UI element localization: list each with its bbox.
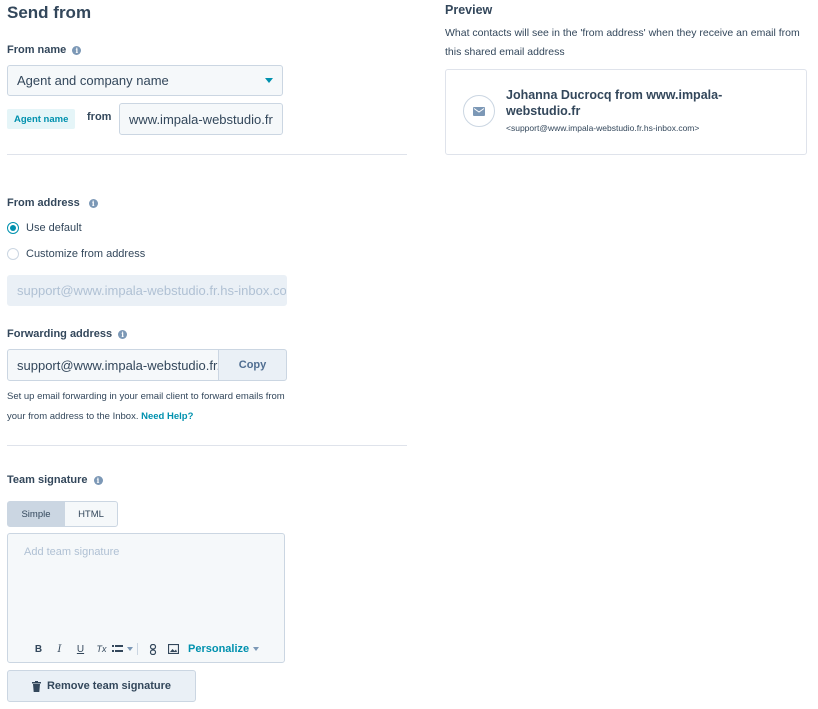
from-name-label: From name bbox=[7, 44, 67, 56]
team-signature-editor[interactable]: Add team signature B I U Tx Personalize bbox=[7, 533, 285, 663]
preview-card: Johanna Ducrocq from www.impala-webstudi… bbox=[445, 69, 807, 155]
trash-icon bbox=[31, 680, 41, 692]
preview-title: Preview bbox=[445, 3, 493, 17]
from-name-label-row: From name i bbox=[7, 44, 82, 56]
company-name-input[interactable]: www.impala-webstudio.fr bbox=[119, 103, 283, 135]
preview-sender-email: <support@www.impala-webstudio.fr.hs-inbo… bbox=[506, 123, 700, 133]
forwarding-label-row: Forwarding address i bbox=[7, 328, 128, 340]
editor-toolbar: B I U Tx Personalize bbox=[28, 642, 260, 656]
list-icon[interactable] bbox=[112, 642, 133, 656]
info-icon[interactable]: i bbox=[72, 45, 82, 55]
radio-label: Customize from address bbox=[26, 248, 146, 260]
info-icon[interactable]: i bbox=[93, 475, 103, 485]
tab-simple[interactable]: Simple bbox=[7, 501, 65, 527]
radio-label: Use default bbox=[26, 222, 82, 234]
clear-format-icon[interactable]: Tx bbox=[91, 642, 112, 656]
bold-icon[interactable]: B bbox=[28, 642, 49, 656]
toolbar-separator bbox=[137, 643, 138, 655]
from-name-select-value: Agent and company name bbox=[17, 73, 169, 88]
preview-sender-name: Johanna Ducrocq from www.impala-webstudi… bbox=[506, 88, 723, 118]
page-title: Send from bbox=[7, 3, 92, 22]
radio-button-selected[interactable] bbox=[7, 222, 19, 234]
info-icon[interactable]: i bbox=[118, 329, 128, 339]
need-help-link[interactable]: Need Help? bbox=[141, 411, 193, 422]
remove-signature-label: Remove team signature bbox=[46, 680, 172, 692]
caret-down-icon bbox=[265, 78, 273, 83]
team-signature-label-row: Team signature i bbox=[7, 474, 103, 486]
forwarding-help-text: Set up email forwarding in your email cl… bbox=[7, 387, 297, 427]
avatar bbox=[463, 95, 495, 127]
image-icon[interactable] bbox=[163, 642, 184, 656]
info-icon[interactable]: i bbox=[88, 198, 98, 208]
forwarding-address-input[interactable]: support@www.impala-webstudio.fr.hs-inbox… bbox=[7, 349, 219, 381]
agent-name-token: Agent name bbox=[7, 109, 76, 129]
underline-icon[interactable]: U bbox=[70, 642, 91, 656]
from-word: from bbox=[87, 111, 112, 123]
preview-description: What contacts will see in the 'from addr… bbox=[445, 27, 800, 58]
from-name-select[interactable]: Agent and company name bbox=[7, 65, 283, 96]
forwarding-address-label: Forwarding address bbox=[7, 328, 113, 340]
personalize-label: Personalize bbox=[188, 643, 250, 655]
radio-button[interactable] bbox=[7, 248, 19, 260]
chevron-down-icon bbox=[253, 647, 260, 651]
email-icon bbox=[473, 106, 485, 116]
from-address-label: From address bbox=[7, 197, 80, 209]
signature-placeholder: Add team signature bbox=[24, 546, 120, 558]
copy-button[interactable]: Copy bbox=[218, 349, 287, 381]
radio-use-default[interactable]: Use default bbox=[7, 222, 82, 234]
divider bbox=[7, 445, 407, 446]
link-icon[interactable] bbox=[142, 642, 163, 656]
from-address-input-disabled: support@www.impala-webstudio.fr.hs-inbox… bbox=[7, 275, 287, 306]
remove-team-signature-button[interactable]: Remove team signature bbox=[7, 670, 196, 702]
divider bbox=[7, 154, 407, 155]
radio-customize-from-address[interactable]: Customize from address bbox=[7, 248, 145, 260]
tab-html[interactable]: HTML bbox=[64, 501, 118, 527]
personalize-dropdown[interactable]: Personalize bbox=[188, 643, 260, 655]
chevron-down-icon bbox=[127, 647, 133, 651]
from-address-label-row: From address i bbox=[7, 197, 98, 209]
team-signature-label: Team signature bbox=[7, 474, 88, 486]
italic-icon[interactable]: I bbox=[49, 642, 70, 656]
